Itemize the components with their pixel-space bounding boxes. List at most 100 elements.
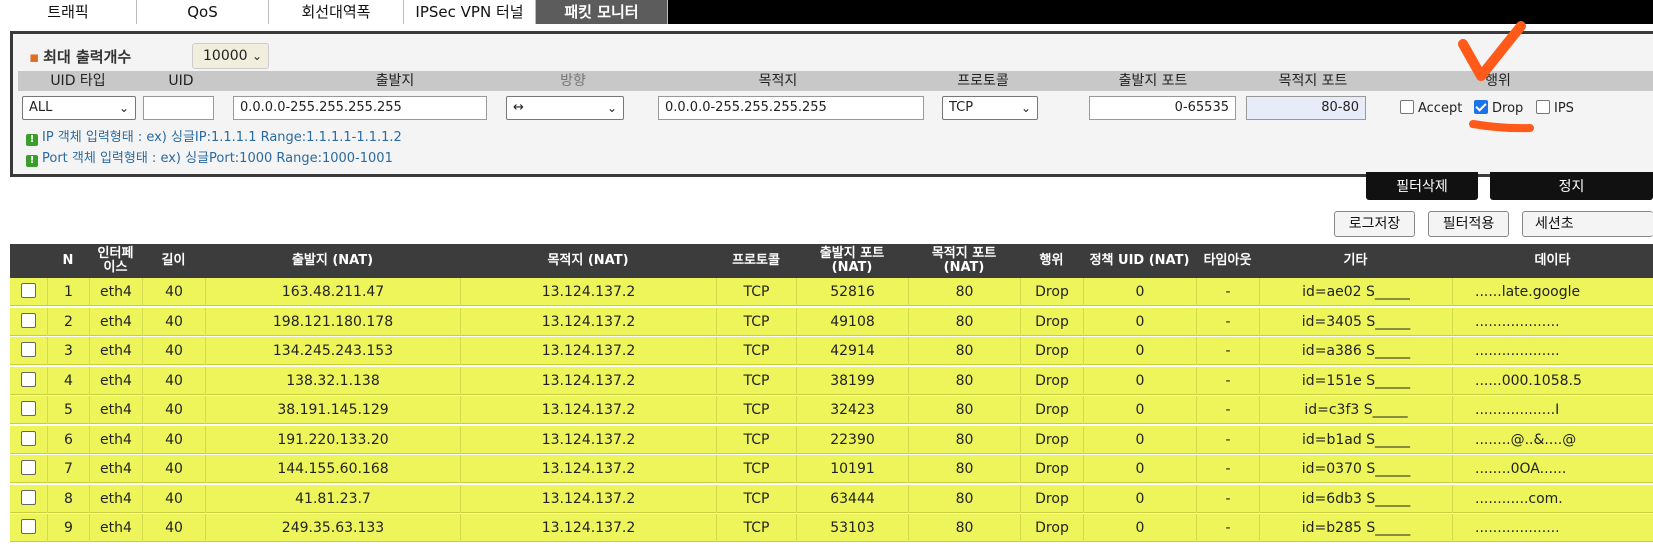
direction-select[interactable]: ↔ ⌄: [506, 96, 624, 120]
row-checkbox[interactable]: [21, 372, 36, 387]
action-ips-checkbox[interactable]: IPS: [1536, 100, 1574, 116]
cell-iface: eth4: [89, 396, 142, 424]
tab-qos[interactable]: QoS: [137, 0, 269, 24]
cell-iface: eth4: [89, 485, 142, 513]
header-action: 행위: [1485, 73, 1511, 89]
dest-port-input[interactable]: 80-80: [1246, 96, 1366, 120]
cell-dst: 13.124.137.2: [460, 396, 716, 424]
cell-src: 249.35.63.133: [205, 514, 460, 542]
cell-iface: eth4: [89, 455, 142, 483]
table-row[interactable]: 1 eth4 40 163.48.211.47 13.124.137.2 TCP 52816…: [10, 278, 1653, 306]
header-n: N: [62, 253, 74, 268]
source-port-input[interactable]: 0-65535: [1089, 96, 1236, 120]
log-save-button[interactable]: 로그저장: [1334, 211, 1415, 237]
checkbox-checked[interactable]: [1474, 100, 1488, 114]
max-output-label: ▪ 최대 출력개수: [29, 48, 132, 66]
cell-src: 191.220.133.20: [205, 426, 460, 454]
cell-data: ...................: [1452, 514, 1653, 542]
cell-dport: 80: [908, 278, 1020, 306]
cell-data: ........@..&....@: [1452, 426, 1653, 454]
table-row[interactable]: 4 eth4 40 138.32.1.138 13.124.137.2 TCP 38199 8…: [10, 367, 1653, 395]
cell-src: 163.48.211.47: [205, 278, 460, 306]
header-dest-port-nat: 목적지 포트 (NAT): [931, 246, 997, 275]
cell-len: 40: [142, 308, 205, 336]
tab-bandwidth[interactable]: 회선대역폭: [269, 0, 404, 24]
cell-n: 3: [47, 337, 89, 365]
filter-apply-button[interactable]: 필터적용: [1428, 211, 1509, 237]
row-checkbox[interactable]: [21, 283, 36, 298]
cell-dport: 80: [908, 426, 1020, 454]
table-row[interactable]: 9 eth4 40 249.35.63.133 13.124.137.2 TCP 53103…: [10, 514, 1653, 542]
cell-action: Drop: [1020, 337, 1083, 365]
row-checkbox[interactable]: [21, 342, 36, 357]
action-drop-checkbox[interactable]: Drop: [1474, 100, 1523, 116]
table-row[interactable]: 3 eth4 40 134.245.243.153 13.124.137.2 TCP 429…: [10, 337, 1653, 365]
cell-data: ......late.google: [1452, 278, 1653, 306]
header-direction: 방향: [560, 73, 586, 89]
row-checkbox[interactable]: [21, 490, 36, 505]
cell-data: ...................: [1452, 337, 1653, 365]
cell-dport: 80: [908, 455, 1020, 483]
cell-iface: eth4: [89, 514, 142, 542]
header-uid: UID: [168, 73, 194, 89]
cell-len: 40: [142, 396, 205, 424]
cell-src: 41.81.23.7: [205, 485, 460, 513]
cell-etc: id=0370 S_____: [1259, 455, 1452, 483]
cell-sport: 22390: [796, 426, 908, 454]
source-input[interactable]: 0.0.0.0-255.255.255.255: [233, 96, 487, 120]
tab-traffic[interactable]: 트래픽: [0, 0, 137, 24]
cell-len: 40: [142, 514, 205, 542]
cell-dst: 13.124.137.2: [460, 485, 716, 513]
table-row[interactable]: 7 eth4 40 144.155.60.168 13.124.137.2 TCP 1019…: [10, 455, 1653, 483]
checkbox[interactable]: [1536, 100, 1550, 114]
table-row[interactable]: 5 eth4 40 38.191.145.129 13.124.137.2 TCP 3242…: [10, 396, 1653, 424]
session-button[interactable]: 세션초: [1522, 211, 1653, 237]
cell-action: Drop: [1020, 455, 1083, 483]
tab-packet-monitor[interactable]: 패킷 모니터: [536, 0, 668, 24]
cell-timeout: -: [1196, 426, 1259, 454]
cell-uid: 0: [1083, 278, 1196, 306]
destination-input[interactable]: 0.0.0.0-255.255.255.255: [658, 96, 924, 120]
cell-dst: 13.124.137.2: [460, 278, 716, 306]
uid-input[interactable]: [143, 96, 214, 120]
cell-proto: TCP: [716, 337, 796, 365]
row-checkbox[interactable]: [21, 460, 36, 475]
chevron-down-icon: ⌄: [118, 101, 129, 115]
row-checkbox[interactable]: [21, 431, 36, 446]
cell-timeout: -: [1196, 278, 1259, 306]
table-row[interactable]: 6 eth4 40 191.220.133.20 13.124.137.2 TCP 2239…: [10, 426, 1653, 454]
action-accept-checkbox[interactable]: Accept: [1400, 100, 1462, 116]
protocol-select[interactable]: TCP ⌄: [942, 96, 1038, 120]
header-interface: 인터페 이스: [97, 246, 134, 275]
header-source-nat: 출발지 (NAT): [291, 253, 374, 268]
cell-n: 8: [47, 485, 89, 513]
cell-sport: 49108: [796, 308, 908, 336]
tab-ipsec-vpn[interactable]: IPSec VPN 터널: [404, 0, 536, 24]
checkbox[interactable]: [1400, 100, 1414, 114]
cell-proto: TCP: [716, 514, 796, 542]
row-checkbox[interactable]: [21, 401, 36, 416]
cell-dst: 13.124.137.2: [460, 514, 716, 542]
cell-n: 9: [47, 514, 89, 542]
cell-dst: 13.124.137.2: [460, 426, 716, 454]
row-checkbox[interactable]: [21, 313, 36, 328]
table-row[interactable]: 8 eth4 40 41.81.23.7 13.124.137.2 TCP 63444 80 D…: [10, 485, 1653, 513]
cell-etc: id=6db3 S_____: [1259, 485, 1452, 513]
uid-type-select[interactable]: ALL ⌄: [22, 96, 136, 120]
stop-button[interactable]: 정지: [1490, 172, 1653, 200]
cell-proto: TCP: [716, 308, 796, 336]
table-row[interactable]: 2 eth4 40 198.121.180.178 13.124.137.2 TCP 491…: [10, 308, 1653, 336]
cell-proto: TCP: [716, 278, 796, 306]
filter-delete-button[interactable]: 필터삭제: [1366, 172, 1478, 200]
cell-len: 40: [142, 426, 205, 454]
cell-sport: 32423: [796, 396, 908, 424]
cell-timeout: -: [1196, 308, 1259, 336]
cell-etc: id=3405 S_____: [1259, 308, 1452, 336]
max-output-select[interactable]: 10000 ⌄: [192, 43, 269, 69]
cell-timeout: -: [1196, 514, 1259, 542]
bullet-icon: ▪: [29, 48, 40, 66]
cell-proto: TCP: [716, 455, 796, 483]
row-checkbox[interactable]: [21, 519, 36, 534]
cell-data: ..................I: [1452, 396, 1653, 424]
cell-uid: 0: [1083, 514, 1196, 542]
